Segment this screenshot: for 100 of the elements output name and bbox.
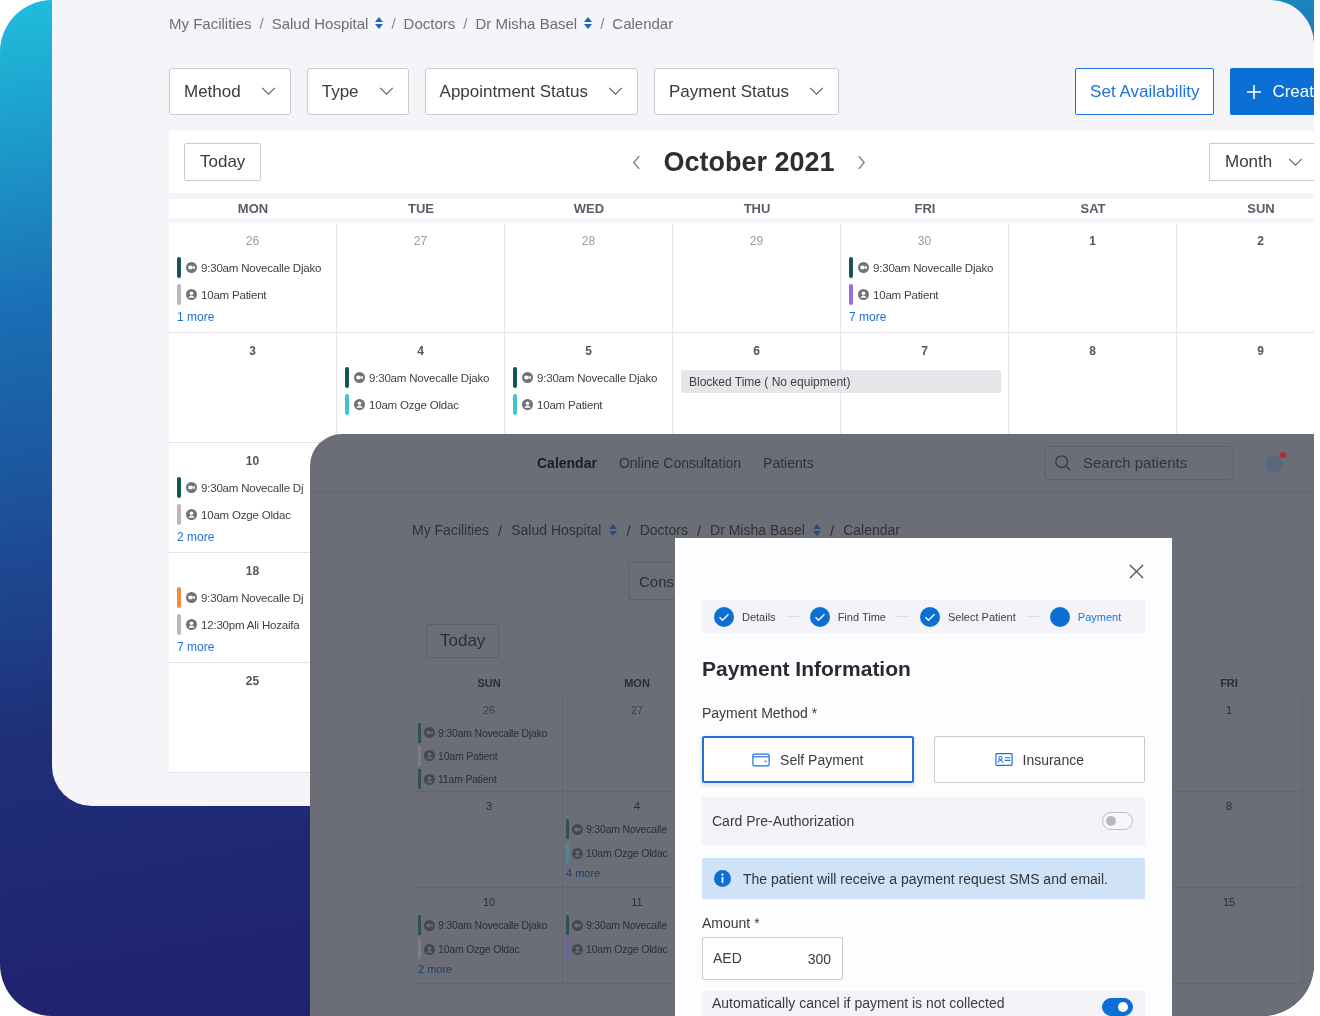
view-dropdown[interactable]: Month [1209,143,1314,181]
event-entry[interactable]: 12:30pm Ali Hozaifa [201,618,300,631]
video-icon [354,372,365,383]
video-icon [186,262,197,273]
event-entry[interactable]: 10am Ozge Oldac [586,847,668,859]
setting-label: Card Pre-Authorization [712,813,855,829]
switcher-icon[interactable] [584,17,593,29]
more-link[interactable]: 1 more [177,310,215,324]
event-entry[interactable]: 9:30am Novecalle [586,823,667,835]
breadcrumb-link[interactable]: Salud Hospital [511,522,602,538]
field-label: Payment Method * [702,705,819,721]
day-number: 30 [917,234,932,248]
step-label: Select Patient [947,610,1016,623]
switcher-icon[interactable] [609,524,618,536]
video-icon [572,919,583,931]
breadcrumb-link[interactable]: Doctors [403,14,456,32]
event-entry[interactable]: 11am Patient [438,773,497,786]
close-icon[interactable] [1129,564,1144,579]
person-icon [572,847,583,859]
event-entry[interactable]: 10am Patient [201,288,267,301]
breadcrumb-link[interactable]: Dr Misha Basel [710,522,805,538]
next-month-icon[interactable] [856,154,866,170]
breadcrumb-link[interactable]: Doctors [639,522,688,538]
switcher-icon[interactable] [375,17,384,29]
breadcrumb-link[interactable]: My Facilities [169,14,252,32]
more-link[interactable]: 2 more [177,530,215,544]
day-number: 4 [633,800,641,812]
day-number: 1 [1225,704,1233,716]
event-entry[interactable]: 9:30am Novecalle Djako [201,261,322,274]
nav-tab[interactable]: Patients [763,454,814,471]
weekday-label: MON [623,677,651,689]
breadcrumb-separator: / [391,14,396,32]
payment-option[interactable]: Insurance [933,736,1145,783]
video-icon [424,919,435,931]
breadcrumb-link[interactable]: Calendar [612,14,674,32]
nav-tab[interactable]: Online Consultation [618,454,742,471]
day-number: 28 [581,234,596,248]
filter-dropdown[interactable]: Appointment Status [424,68,638,115]
breadcrumb-link[interactable]: Salud Hospital [271,14,369,32]
today-button[interactable]: Today [426,624,500,658]
toggle-switch[interactable] [1102,812,1133,830]
breadcrumb-link[interactable]: Dr Misha Basel [475,14,578,32]
event-entry[interactable]: 10am Patient [873,288,939,301]
nav-tab[interactable]: Calendar [537,454,597,471]
day-number: 5 [585,344,592,358]
video-icon [186,592,197,603]
event-entry[interactable]: 9:30am Novecalle Dj [201,591,304,604]
person-icon [572,943,583,955]
breadcrumb-link[interactable]: Calendar [843,522,900,538]
event-entry[interactable]: 10am Ozge Oldac [586,943,668,955]
switcher-icon[interactable] [812,524,821,536]
filter-dropdown[interactable]: Payment Status [653,68,839,115]
event-entry[interactable]: 9:30am Novecalle Djako [873,261,994,274]
video-icon [186,482,197,493]
day-number: 8 [1089,344,1096,358]
filter-dropdown[interactable]: Method [169,68,291,115]
event-entry[interactable]: 10am Ozge Oldac [201,508,291,521]
blocked-time-bar[interactable]: Blocked Time ( No equipment) [681,370,1001,393]
more-link[interactable]: 7 more [849,310,887,324]
day-number: 6 [753,344,760,358]
toggle-switch[interactable] [1102,998,1133,1016]
day-number: 10 [482,896,496,908]
set-availability-button[interactable]: Set Availability [1075,68,1215,115]
day-number: 25 [245,674,260,688]
wallet-icon [752,752,771,767]
weekday-label: SUN [476,677,502,689]
day-number: 7 [921,344,928,358]
person-icon [858,289,869,300]
day-number: 1 [1089,234,1096,248]
today-button[interactable]: Today [184,143,262,181]
day-number: 2 [1257,234,1264,248]
event-entry[interactable]: 9:30am Novecalle Djako [369,371,490,384]
filter-dropdown[interactable]: Type [306,68,409,115]
person-icon [186,619,197,630]
payment-option[interactable]: Self Payment [702,736,914,783]
breadcrumb-link[interactable]: My Facilities [412,522,489,538]
previous-month-icon[interactable] [632,154,642,170]
day-number: 15 [1222,896,1236,908]
setting-label: Automatically cancel if payment is not collected [712,995,1005,1011]
create-button[interactable]: Creat [1230,68,1314,115]
event-entry[interactable]: 10am Patient [438,750,498,762]
event-entry[interactable]: 9:30am Novecalle Djako [537,371,658,384]
chevron-down-icon [1288,157,1304,167]
event-entry[interactable]: 9:30am Novecalle Djako [438,726,548,739]
month-title: October 2021 [663,146,835,178]
day-number: 3 [485,800,493,812]
step-label: Payment [1077,610,1122,623]
person-icon [186,289,197,300]
event-entry[interactable]: 10am Ozge Oldac [369,398,459,411]
breadcrumb-separator: / [829,521,835,539]
plus-icon [1246,83,1263,100]
event-entry[interactable]: 10am Patient [537,398,603,411]
event-entry[interactable]: 9:30am Novecalle Djako [438,919,548,931]
more-link[interactable]: 7 more [177,640,215,654]
event-entry[interactable]: 9:30am Novecalle Dj [201,481,304,494]
event-entry[interactable]: 10am Ozge Oldac [438,943,520,955]
search-field[interactable]: Search patients [1044,445,1234,480]
breadcrumb-separator: / [498,521,503,539]
weekday-label: FRI [1219,677,1239,689]
event-entry[interactable]: 9:30am Novecalle [586,919,667,931]
